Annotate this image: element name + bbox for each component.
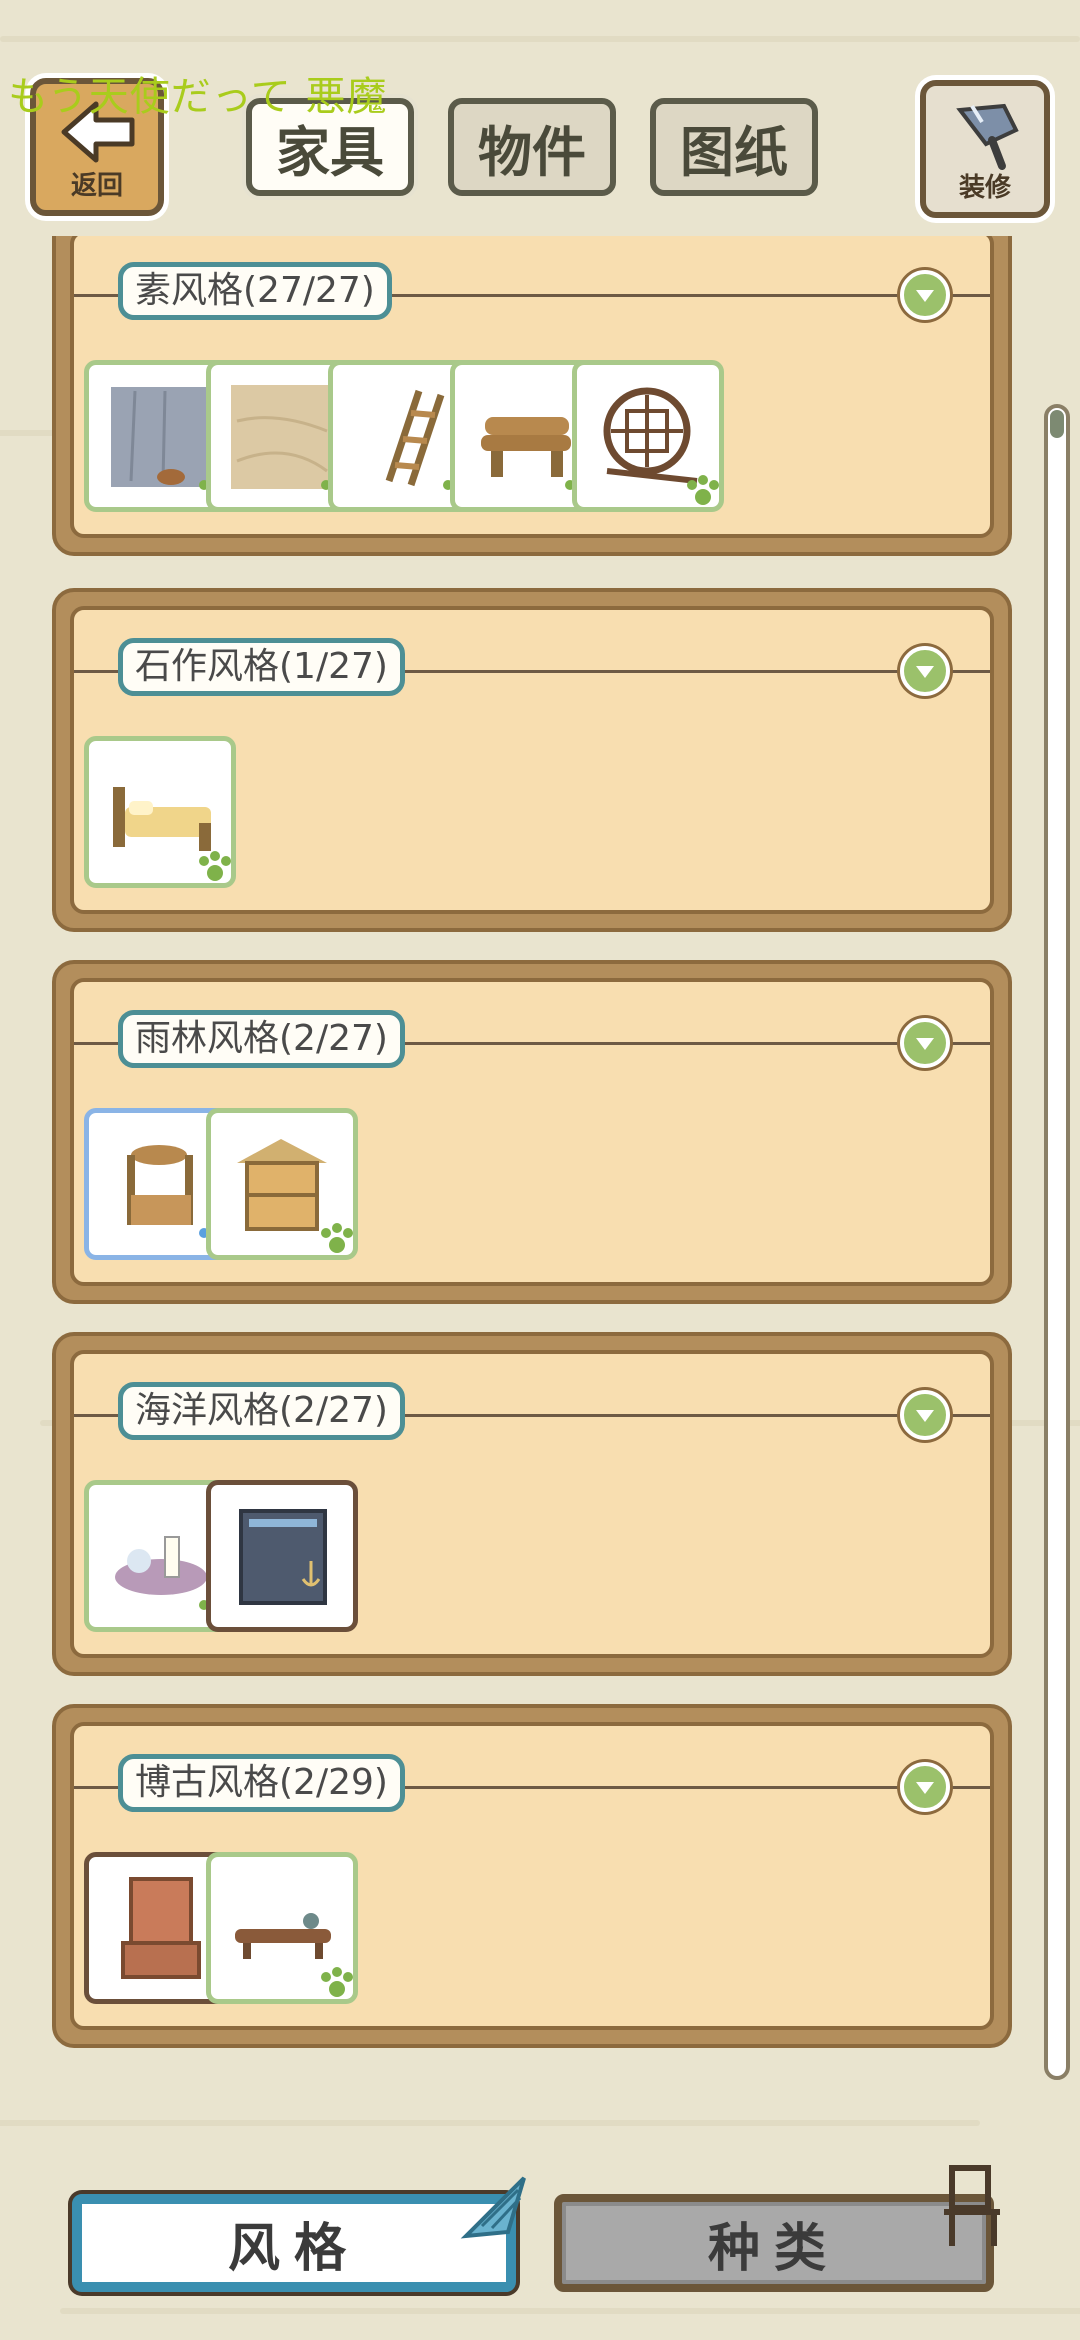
style-section: 素风格(27/27) xyxy=(52,236,1012,556)
expand-chevron-icon[interactable] xyxy=(900,270,950,320)
section-title: 石作风格(1/27) xyxy=(118,638,405,696)
chair-icon xyxy=(944,2165,1000,2246)
expand-chevron-icon[interactable] xyxy=(900,1762,950,1812)
scrollbar-thumb[interactable] xyxy=(1050,410,1064,438)
section-title: 海洋风格(2/27) xyxy=(118,1382,405,1440)
back-label: 返回 xyxy=(70,171,123,201)
tab-blueprints[interactable]: 图纸 xyxy=(650,98,818,196)
overlay-text: もう天使だって 悪魔 xyxy=(8,74,388,120)
furniture-item[interactable] xyxy=(206,1852,358,2004)
expand-chevron-icon[interactable] xyxy=(900,1018,950,1068)
tab-style[interactable]: 风格 xyxy=(72,2194,516,2292)
tab-items[interactable]: 物件 xyxy=(448,98,616,196)
section-title: 素风格(27/27) xyxy=(118,262,392,320)
tab-type[interactable]: 种类 xyxy=(554,2194,994,2292)
style-section: 海洋风格(2/27) xyxy=(52,1332,1012,1676)
section-title: 博古风格(2/29) xyxy=(118,1754,405,1812)
decorate-label: 装修 xyxy=(958,173,1011,203)
furniture-item[interactable] xyxy=(206,1108,358,1260)
furniture-item-unowned[interactable] xyxy=(206,1480,358,1632)
paw-icon xyxy=(321,1223,353,1253)
expand-chevron-icon[interactable] xyxy=(900,646,950,696)
expand-chevron-icon[interactable] xyxy=(900,1390,950,1440)
paw-icon xyxy=(687,475,719,505)
furniture-item[interactable] xyxy=(84,736,236,888)
section-title: 雨林风格(2/27) xyxy=(118,1010,405,1068)
style-section-list[interactable]: 素风格(27/27) 石作风格(1/27) 雨林风格(2/27) 海洋风格(2/… xyxy=(0,236,1020,2056)
anchor-cabinet-icon xyxy=(239,1509,327,1605)
paw-icon xyxy=(321,1967,353,1997)
furniture-item[interactable] xyxy=(572,360,724,512)
scrollbar[interactable] xyxy=(1044,404,1070,2080)
style-section: 雨林风格(2/27) xyxy=(52,960,1012,1304)
style-section: 石作风格(1/27) xyxy=(52,588,1012,932)
decorate-button[interactable]: 装修 xyxy=(920,80,1050,218)
paw-icon xyxy=(199,851,231,881)
paint-roller-icon xyxy=(956,103,1019,170)
antique-cabinet-icon xyxy=(121,1877,201,1979)
style-section: 博古风格(2/29) xyxy=(52,1704,1012,2048)
seashell-icon xyxy=(460,2176,526,2239)
